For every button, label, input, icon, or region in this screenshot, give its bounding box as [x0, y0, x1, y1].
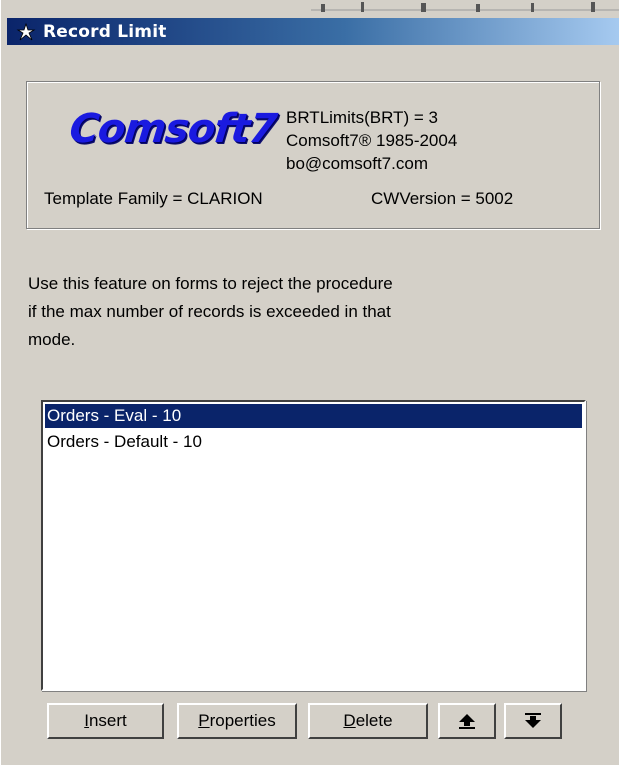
record-limit-window: Record Limit Comsoft7 BRTLimits(BRT) = 3…: [0, 0, 619, 765]
arrow-down-icon: [525, 713, 541, 728]
arrow-up-icon: [459, 714, 475, 729]
properties-button[interactable]: Properties: [177, 703, 297, 739]
insert-button-label: nsert: [88, 711, 127, 730]
app-icon: [15, 21, 37, 43]
comsoft7-logo: Comsoft7: [67, 106, 279, 152]
title-bar[interactable]: Record Limit: [7, 18, 619, 45]
window-title: Record Limit: [43, 21, 167, 42]
cw-version-text: CWVersion = 5002: [371, 189, 514, 208]
records-listbox[interactable]: Orders - Eval - 10 Orders - Default - 10: [41, 400, 586, 691]
copyright-text: Comsoft7® 1985-2004: [286, 131, 458, 150]
list-item[interactable]: Orders - Eval - 10: [45, 404, 582, 428]
description-line: if the max number of records is exceeded…: [28, 302, 391, 321]
brt-limits-text: BRTLimits(BRT) = 3: [286, 108, 438, 127]
insert-button[interactable]: Insert: [47, 703, 164, 739]
move-down-button[interactable]: [504, 703, 562, 739]
delete-button-label: elete: [355, 711, 393, 730]
background-window-strip: [311, 2, 619, 12]
delete-button-accel: D: [343, 711, 356, 730]
move-up-button[interactable]: [438, 703, 496, 739]
description-line: Use this feature on forms to reject the …: [28, 274, 393, 293]
email-text: bo@comsoft7.com: [286, 154, 428, 173]
description-text: Use this feature on forms to reject the …: [28, 270, 548, 354]
list-item[interactable]: Orders - Default - 10: [45, 430, 582, 454]
properties-button-label: roperties: [209, 711, 276, 730]
template-family-text: Template Family = CLARION: [44, 189, 263, 208]
description-line: mode.: [28, 330, 76, 349]
delete-button[interactable]: Delete: [308, 703, 428, 739]
properties-button-accel: P: [198, 711, 210, 730]
